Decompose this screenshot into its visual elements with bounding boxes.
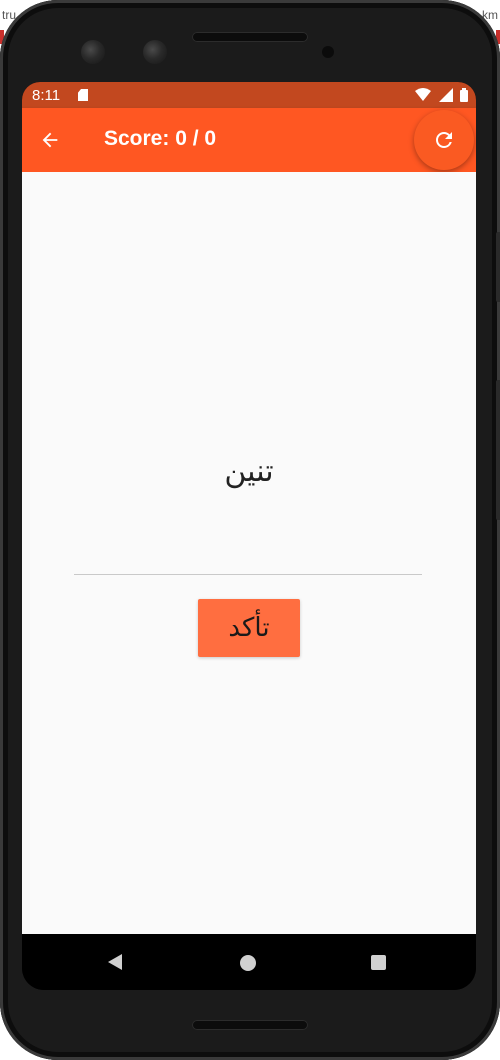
quiz-word: تنين <box>224 454 274 489</box>
arrow-back-icon <box>42 132 58 148</box>
app-bar: Score: 0 / 0 <box>22 108 476 172</box>
answer-input[interactable] <box>74 574 422 575</box>
bottom-speaker <box>192 1020 308 1030</box>
battery-icon <box>460 88 468 102</box>
sd-card-icon <box>78 89 88 101</box>
nav-back-icon[interactable] <box>108 954 122 970</box>
front-camera-icon <box>81 40 105 64</box>
back-button[interactable] <box>36 126 64 154</box>
earpiece-speaker <box>192 32 308 42</box>
confirm-button[interactable]: تأكد <box>198 599 300 657</box>
navigation-bar <box>22 934 476 990</box>
device-screen: 8:11 Score: 0 / 0 تنين تأكد <box>22 82 476 990</box>
phone-frame: 8:11 Score: 0 / 0 تنين تأكد <box>0 0 500 1060</box>
score-title: Score: 0 / 0 <box>104 127 217 150</box>
status-time: 8:11 <box>32 87 61 104</box>
quiz-content: تنين تأكد <box>22 172 476 934</box>
status-icons <box>412 88 468 102</box>
status-bar: 8:11 <box>22 82 476 108</box>
front-sensor-icon <box>143 40 167 64</box>
nav-recent-icon[interactable] <box>371 955 386 970</box>
proximity-sensor <box>322 46 334 58</box>
signal-icon <box>438 88 453 102</box>
power-button <box>496 232 500 302</box>
refresh-button[interactable] <box>414 110 474 170</box>
nav-home-icon[interactable] <box>240 955 256 971</box>
wifi-icon <box>415 88 432 101</box>
refresh-icon <box>436 132 452 148</box>
volume-button <box>496 380 500 520</box>
